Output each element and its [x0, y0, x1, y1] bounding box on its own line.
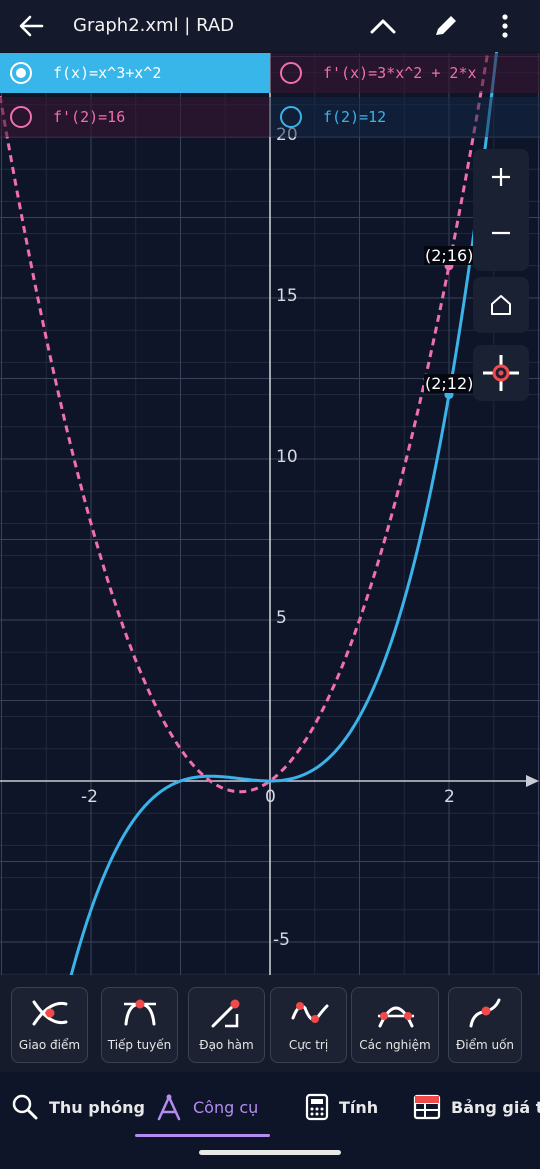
radio-icon[interactable]: [10, 106, 32, 128]
plus-icon: [492, 168, 510, 186]
document-title: Graph2.xml | RAD: [73, 15, 235, 36]
chevron-up-icon[interactable]: [368, 12, 398, 40]
roots-icon: [378, 1006, 414, 1028]
home-icon: [491, 295, 511, 315]
more-vert-icon[interactable]: [495, 12, 515, 40]
extremum-icon: [291, 1002, 329, 1023]
home-button[interactable]: [473, 277, 529, 333]
tab-label: Tính: [339, 1097, 379, 1117]
tab-label: Bảng giá trị: [451, 1097, 540, 1117]
function-label-f2: f(2)=12: [323, 108, 387, 126]
active-tab-indicator: [135, 1134, 270, 1137]
x-axis-arrow: [526, 775, 539, 787]
radio-icon[interactable]: [280, 106, 302, 128]
tool-roots[interactable]: Các nghiệm: [351, 987, 439, 1063]
tab-value-table[interactable]: Bảng giá trị: [413, 1092, 540, 1122]
tools-icon: [157, 1093, 181, 1121]
home-control: [473, 277, 529, 333]
inflection-icon: [469, 998, 501, 1028]
point-label-derivative: (2;16): [424, 246, 475, 265]
zoom-out-button[interactable]: [473, 205, 529, 261]
y-tick-label: -5: [273, 930, 290, 950]
tool-inflection[interactable]: Điểm uốn: [448, 987, 522, 1063]
function-row-f2[interactable]: f(2)=12: [270, 97, 540, 137]
tool-extremum[interactable]: Cực trị: [270, 987, 347, 1063]
tab-zoom[interactable]: Thu phóng: [11, 1092, 145, 1122]
y-tick-label: 15: [276, 286, 298, 306]
app-bar: Graph2.xml | RAD: [0, 0, 540, 52]
tab-label: Thu phóng: [49, 1097, 145, 1117]
radio-selected-icon[interactable]: [10, 62, 32, 84]
tool-label: Đạo hàm: [199, 1038, 254, 1052]
home-indicator: [199, 1150, 341, 1155]
zoom-in-button[interactable]: [473, 149, 529, 205]
tab-calculate[interactable]: Tính: [305, 1092, 378, 1122]
tool-label: Giao điểm: [18, 1038, 81, 1052]
intersection-icon: [32, 1000, 68, 1026]
derivative-icon: [211, 999, 240, 1028]
tool-label: Cực trị: [288, 1038, 329, 1052]
tab-label: Công cụ: [193, 1097, 259, 1117]
target-button[interactable]: [473, 345, 529, 401]
function-label-f: f(x)=x^3+x^2: [53, 64, 162, 82]
point-label-function: (2;12): [424, 374, 475, 393]
tool-label: Điểm uốn: [455, 1038, 515, 1052]
x-tick-label: -2: [81, 787, 98, 807]
x-tick-label: 0: [265, 787, 276, 807]
edit-pencil-icon[interactable]: [431, 12, 461, 40]
tool-intersection[interactable]: Giao điểm: [11, 987, 88, 1063]
search-icon: [12, 1094, 38, 1120]
tool-label: Tiếp tuyến: [107, 1038, 172, 1052]
function-row-fprime[interactable]: f'(x)=3*x^2 + 2*x: [270, 53, 540, 93]
tool-tangent[interactable]: Tiếp tuyến: [101, 987, 178, 1063]
minus-icon: [492, 231, 510, 235]
calculator-icon: [305, 1093, 329, 1121]
table-icon: [413, 1094, 441, 1120]
tool-panel: Giao điểm Tiếp tuyến Đạo hàm Cực trị Các…: [0, 975, 540, 1072]
tab-tools[interactable]: Công cụ: [155, 1092, 258, 1122]
tool-derivative[interactable]: Đạo hàm: [188, 987, 265, 1063]
tangent-icon: [124, 999, 156, 1026]
radio-icon[interactable]: [280, 62, 302, 84]
zoom-controls: [473, 149, 529, 271]
x-tick-label: 2: [444, 787, 455, 807]
function-row-f[interactable]: f(x)=x^3+x^2: [0, 53, 270, 93]
crosshair-target-icon: [483, 355, 519, 391]
y-tick-label: 5: [276, 608, 287, 628]
y-tick-label: 10: [276, 447, 298, 467]
tool-label: Các nghiệm: [359, 1038, 431, 1052]
function-label-fprime2: f'(2)=16: [53, 108, 126, 126]
function-row-fprime2[interactable]: f'(2)=16: [0, 97, 270, 137]
back-arrow-icon[interactable]: [16, 12, 46, 40]
target-control: [473, 345, 529, 401]
function-label-fprime: f'(x)=3*x^2 + 2*x: [323, 64, 477, 82]
